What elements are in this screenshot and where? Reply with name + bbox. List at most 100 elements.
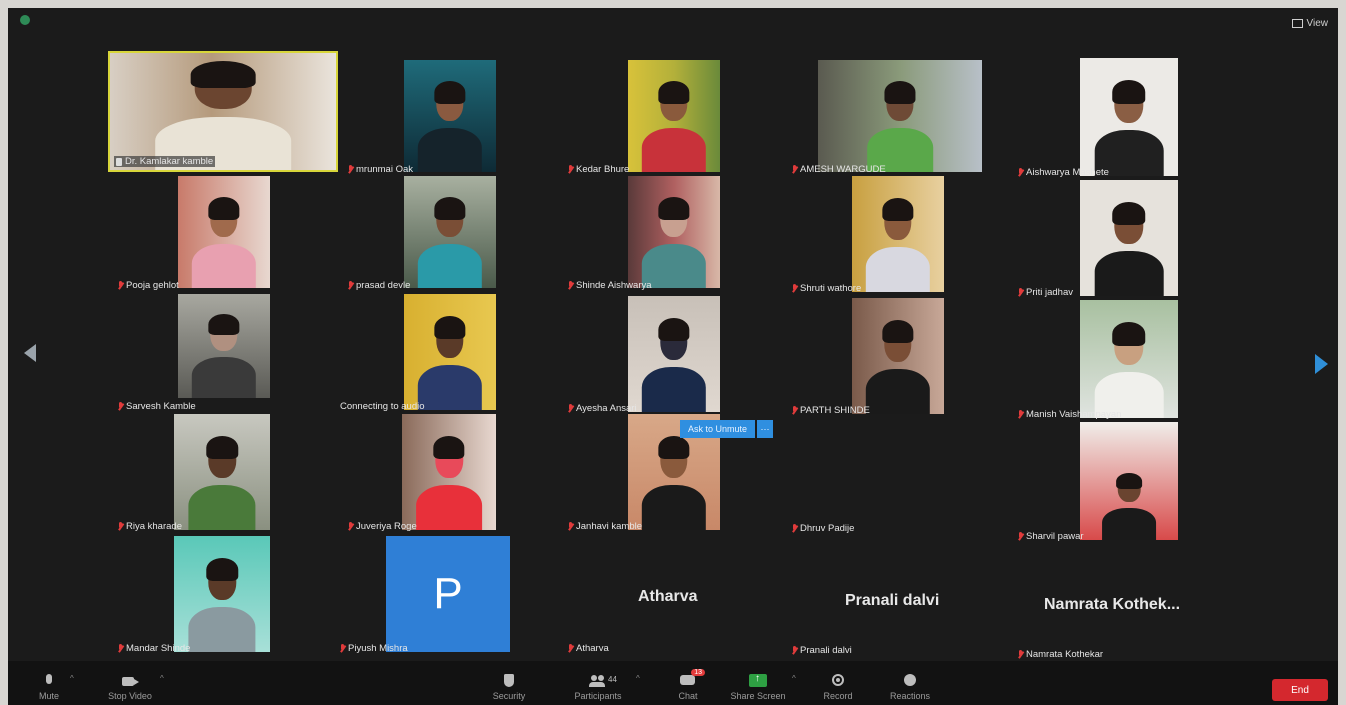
view-label: View — [1306, 18, 1329, 29]
figure-hair — [658, 197, 690, 220]
participant-tile[interactable]: Priti jadhav — [1016, 180, 1184, 298]
security-shield-icon — [500, 674, 518, 688]
participant-tile[interactable]: Kedar Bhure — [566, 60, 726, 175]
participant-video-figure — [1094, 322, 1164, 418]
participants-icon: 44 — [589, 674, 617, 688]
stop-video-button[interactable]: Stop Video — [100, 674, 160, 701]
chevron-up-icon[interactable]: ^ — [160, 674, 164, 683]
security-button[interactable]: Security — [486, 674, 532, 701]
top-bar: View — [8, 8, 1338, 42]
reactions-label: Reactions — [889, 691, 931, 701]
participant-tile[interactable]: Shruti wathore — [790, 176, 950, 294]
participant-tile[interactable]: mrunmai Oak — [346, 60, 506, 175]
participant-tile[interactable]: Shinde Aishwarya — [566, 176, 726, 291]
participant-name: Connecting to audio — [340, 401, 425, 412]
figure-body — [865, 246, 931, 292]
chevron-up-icon[interactable]: ^ — [70, 674, 74, 683]
participant-tile[interactable]: Mandar Shinde — [116, 536, 276, 654]
muted-mic-icon — [792, 524, 797, 533]
participant-video — [402, 414, 496, 530]
chevron-up-icon[interactable]: ^ — [792, 674, 796, 683]
muted-mic-icon — [792, 165, 797, 174]
participant-name-tag: Dr. Kamlakar kamble — [114, 156, 216, 167]
participant-name: Ayesha Ansari — [576, 403, 637, 414]
ask-to-unmute-button[interactable]: Ask to Unmute ··· — [680, 420, 774, 438]
participant-name-tag: prasad devle — [346, 280, 412, 291]
participant-tile[interactable]: AMESH WARGUDE — [790, 60, 990, 175]
participant-video — [174, 414, 270, 530]
participants-button[interactable]: 44 Participants — [566, 674, 630, 701]
figure-body — [188, 606, 256, 652]
share-screen-icon — [749, 673, 767, 688]
participant-tile[interactable]: Connecting to audio — [338, 294, 506, 412]
mute-button[interactable]: Mute — [34, 674, 64, 701]
muted-mic-icon — [568, 165, 573, 174]
chat-button[interactable]: 13 Chat — [670, 669, 706, 701]
participant-tile[interactable]: Sarvesh Kamble — [116, 294, 276, 412]
participant-tile[interactable]: Pooja gehlot — [116, 176, 276, 291]
figure-body — [641, 366, 707, 412]
participant-name-tag: Sharvil pawar — [1016, 531, 1086, 542]
participant-tile[interactable]: P Piyush Mishra — [338, 536, 513, 654]
end-meeting-button[interactable]: End — [1272, 679, 1328, 701]
record-button[interactable]: Record — [818, 674, 858, 701]
zoom-gallery-view: View Dr. Kamlakar kamble mrunmai Oak Ked… — [8, 8, 1338, 705]
participant-display-name: Namrata Kothek... — [1044, 596, 1181, 613]
muted-mic-icon — [1018, 168, 1023, 177]
reactions-button[interactable]: Reactions — [884, 674, 936, 701]
participant-video — [178, 294, 270, 398]
figure-body — [417, 364, 483, 410]
participant-name-tag: Shruti wathore — [790, 283, 863, 294]
participant-name: Pooja gehlot — [126, 280, 179, 291]
participant-tile[interactable]: Sharvil pawar — [1016, 422, 1184, 542]
more-options-button[interactable]: ··· — [757, 420, 774, 438]
view-button[interactable]: View — [1291, 18, 1329, 29]
participant-name: Kedar Bhure — [576, 164, 630, 175]
participant-tile[interactable]: Riya kharade — [116, 414, 276, 532]
figure-hair — [190, 60, 256, 88]
participant-video-figure — [191, 197, 257, 288]
participant-tile[interactable]: Juveriya Roge — [346, 414, 506, 532]
previous-page-arrow-icon[interactable] — [24, 344, 36, 362]
participant-tile[interactable]: PARTH SHINDE — [790, 298, 950, 416]
participant-tile[interactable]: Namrata Kothek... Namrata Kothekar — [1016, 542, 1246, 660]
participant-name: Aishwarya Mashete — [1026, 167, 1109, 178]
ask-to-unmute-label[interactable]: Ask to Unmute — [680, 420, 756, 438]
avatar: P — [386, 536, 510, 652]
participant-tile[interactable]: Aishwarya Mashete — [1016, 58, 1184, 178]
participant-name: Sarvesh Kamble — [126, 401, 196, 412]
participants-label: Participants — [574, 691, 622, 701]
participant-video — [852, 298, 944, 414]
participant-name-tag: Piyush Mishra — [338, 643, 410, 654]
encryption-shield-icon[interactable] — [20, 15, 30, 25]
participant-name: Pranali dalvi — [800, 645, 852, 656]
participant-video — [628, 60, 720, 172]
participant-tile[interactable]: Ayesha Ansari — [566, 296, 726, 414]
participant-tile[interactable]: Dhruv Padije — [790, 514, 950, 534]
chevron-up-icon[interactable]: ^ — [636, 674, 640, 683]
participant-video — [1080, 180, 1178, 296]
participant-tile[interactable]: Pranali dalvi Pranali dalvi — [790, 538, 990, 656]
muted-mic-icon — [118, 522, 123, 531]
participant-video — [404, 176, 496, 288]
participant-video-figure — [641, 317, 707, 412]
participant-name: Piyush Mishra — [348, 643, 408, 654]
participant-name-tag: Priti jadhav — [1016, 287, 1075, 298]
participant-tile[interactable]: prasad devle — [346, 176, 506, 291]
muted-mic-icon — [118, 402, 123, 411]
next-page-arrow-icon[interactable] — [1315, 354, 1328, 374]
participant-video — [1080, 300, 1178, 418]
participant-tile[interactable]: Manish Vaishampayan — [1016, 300, 1184, 420]
participant-tile[interactable]: Atharva Atharva — [566, 536, 741, 654]
figure-body — [417, 244, 483, 288]
participant-name: PARTH SHINDE — [800, 405, 870, 416]
figure-hair — [434, 81, 466, 104]
participant-name-tag: Ayesha Ansari — [566, 403, 639, 414]
figure-hair — [205, 557, 239, 582]
share-screen-button[interactable]: Share Screen — [730, 673, 786, 701]
mute-label: Mute — [38, 691, 59, 701]
figure-body — [1102, 507, 1156, 540]
grid-icon — [1291, 19, 1303, 28]
figure-hair — [434, 197, 466, 220]
host-video-tile[interactable]: Dr. Kamlakar kamble — [108, 51, 338, 172]
